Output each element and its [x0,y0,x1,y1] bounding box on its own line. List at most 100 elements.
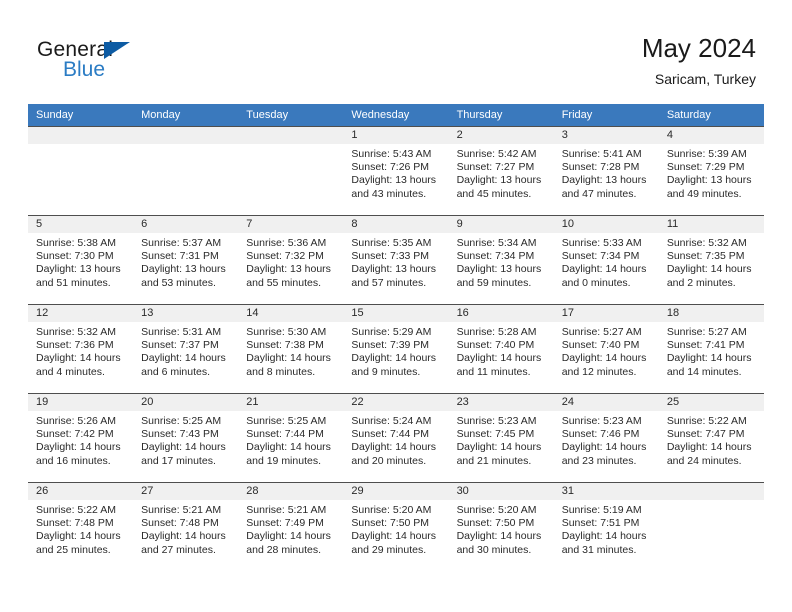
day-number: 21 [238,393,344,411]
day-detail-sunset-line: Sunset: 7:46 PM [561,428,640,441]
calendar-day-cell[interactable]: 24 Sunrise: 5:23 AM Sunset: 7:46 PM Dayligh… [553,393,659,482]
day-detail-sunset-line: Sunset: 7:50 PM [351,517,430,530]
day-details: Sunrise: 5:30 AM Sunset: 7:38 PM Daylight:… [238,322,343,379]
day-cell-inner: 22 Sunrise: 5:24 AM Sunset: 7:44 PM Dayligh… [343,393,449,482]
calendar-day-cell[interactable]: 6 Sunrise: 5:37 AM Sunset: 7:31 PM Daylight… [133,215,239,304]
day-number: 2 [448,126,554,144]
day-detail-daylight-line: Daylight: 13 hours [246,263,331,276]
day-number: 13 [133,304,239,322]
calendar-day-cell[interactable]: 23 Sunrise: 5:23 AM Sunset: 7:45 PM Dayligh… [448,393,554,482]
day-detail-sunset-line: Sunset: 7:37 PM [141,339,219,352]
day-details: Sunrise: 5:32 AM Sunset: 7:35 PM Daylight:… [659,233,764,290]
day-number [28,126,134,144]
day-detail-daylight-line: and 12 minutes. [561,365,637,378]
day-detail-daylight-line: and 27 minutes. [141,543,216,556]
day-details: Sunrise: 5:25 AM Sunset: 7:44 PM Daylight:… [238,411,343,468]
calendar-day-cell[interactable]: 18 Sunrise: 5:27 AM Sunset: 7:41 PM Dayligh… [658,304,764,393]
calendar-day-cell[interactable]: 25 Sunrise: 5:22 AM Sunset: 7:47 PM Dayligh… [658,393,764,482]
day-detail-sunrise-line: Sunrise: 5:25 AM [141,415,222,427]
day-details: Sunrise: 5:38 AM Sunset: 7:30 PM Daylight:… [28,233,133,290]
calendar-week-row: 19 Sunrise: 5:26 AM Sunset: 7:42 PM Dayligh… [28,393,764,482]
calendar-day-cell[interactable]: 27 Sunrise: 5:21 AM Sunset: 7:48 PM Dayligh… [133,482,239,571]
calendar-page: General Blue May 2024 Saricam, Turkey Su… [0,0,792,612]
calendar-day-cell[interactable]: 16 Sunrise: 5:28 AM Sunset: 7:40 PM Dayligh… [448,304,554,393]
day-number: 23 [448,393,554,411]
calendar-day-cell[interactable]: 22 Sunrise: 5:24 AM Sunset: 7:44 PM Dayligh… [343,393,449,482]
general-blue-logo[interactable]: General Blue [37,38,167,86]
day-detail-sunrise-line: Sunrise: 5:20 AM [351,504,432,516]
calendar-day-cell[interactable]: 13 Sunrise: 5:31 AM Sunset: 7:37 PM Dayligh… [133,304,239,393]
day-detail-daylight-line: Daylight: 13 hours [36,263,121,276]
calendar-day-cell [133,126,239,215]
day-detail-sunrise-line: Sunrise: 5:23 AM [456,415,537,427]
day-detail-sunrise-line: Sunrise: 5:28 AM [456,326,537,338]
day-cell-inner: 27 Sunrise: 5:21 AM Sunset: 7:48 PM Dayligh… [133,482,239,571]
day-detail-sunset-line: Sunset: 7:41 PM [666,339,745,352]
calendar-day-cell[interactable]: 8 Sunrise: 5:35 AM Sunset: 7:33 PM Daylight… [343,215,449,304]
calendar-day-cell[interactable]: 14 Sunrise: 5:30 AM Sunset: 7:38 PM Dayligh… [238,304,344,393]
day-cell: 16 Sunrise: 5:28 AM Sunset: 7:40 PM Dayligh… [448,304,554,393]
day-detail-daylight-line: Daylight: 13 hours [141,263,226,276]
calendar-day-cell[interactable]: 31 Sunrise: 5:19 AM Sunset: 7:51 PM Dayligh… [553,482,659,571]
empty-day-cell [28,126,134,215]
calendar-week-row: 26 Sunrise: 5:22 AM Sunset: 7:48 PM Dayligh… [28,482,764,571]
calendar-day-cell[interactable]: 5 Sunrise: 5:38 AM Sunset: 7:30 PM Daylight… [28,215,134,304]
day-cell: 1 Sunrise: 5:43 AM Sunset: 7:26 PM Daylight… [343,126,449,215]
calendar-day-cell[interactable]: 1 Sunrise: 5:43 AM Sunset: 7:26 PM Daylight… [343,126,449,215]
day-detail-sunrise-line: Sunrise: 5:26 AM [36,415,116,427]
day-detail-sunset-line: Sunset: 7:43 PM [141,428,219,441]
calendar-day-cell[interactable]: 20 Sunrise: 5:25 AM Sunset: 7:43 PM Dayligh… [133,393,239,482]
title-block: May 2024 Saricam, Turkey [642,33,756,88]
calendar-day-cell[interactable]: 7 Sunrise: 5:36 AM Sunset: 7:32 PM Daylight… [238,215,344,304]
calendar-day-cell[interactable]: 2 Sunrise: 5:42 AM Sunset: 7:27 PM Daylight… [448,126,554,215]
day-detail-sunset-line: Sunset: 7:47 PM [666,428,745,441]
calendar-day-cell[interactable]: 17 Sunrise: 5:27 AM Sunset: 7:40 PM Dayligh… [553,304,659,393]
day-cell: 23 Sunrise: 5:23 AM Sunset: 7:45 PM Dayligh… [448,393,554,482]
day-detail-sunset-line: Sunset: 7:35 PM [666,250,745,263]
day-detail-sunset-line: Sunset: 7:40 PM [561,339,640,352]
day-detail-sunset-line: Sunset: 7:44 PM [246,428,324,441]
calendar-day-cell[interactable]: 28 Sunrise: 5:21 AM Sunset: 7:49 PM Dayligh… [238,482,344,571]
calendar-day-cell[interactable]: 26 Sunrise: 5:22 AM Sunset: 7:48 PM Dayligh… [28,482,134,571]
calendar-day-cell[interactable]: 15 Sunrise: 5:29 AM Sunset: 7:39 PM Dayligh… [343,304,449,393]
day-cell-inner: 10 Sunrise: 5:33 AM Sunset: 7:34 PM Dayligh… [553,215,659,304]
calendar-week-row: 12 Sunrise: 5:32 AM Sunset: 7:36 PM Dayligh… [28,304,764,393]
day-detail-sunrise-line: Sunrise: 5:38 AM [36,237,116,249]
day-detail-sunset-line: Sunset: 7:27 PM [456,161,535,174]
calendar-day-cell[interactable]: 11 Sunrise: 5:32 AM Sunset: 7:35 PM Dayligh… [658,215,764,304]
day-details: Sunrise: 5:42 AM Sunset: 7:27 PM Daylight:… [449,144,554,201]
day-number: 30 [448,482,554,500]
day-detail-sunset-line: Sunset: 7:40 PM [456,339,535,352]
day-detail-daylight-line: Daylight: 14 hours [246,441,331,454]
day-detail-daylight-line: and 4 minutes. [36,365,105,378]
calendar-day-cell[interactable]: 12 Sunrise: 5:32 AM Sunset: 7:36 PM Dayligh… [28,304,134,393]
day-detail-sunrise-line: Sunrise: 5:27 AM [666,326,747,338]
calendar-day-cell[interactable]: 3 Sunrise: 5:41 AM Sunset: 7:28 PM Daylight… [553,126,659,215]
calendar-day-cell[interactable]: 21 Sunrise: 5:25 AM Sunset: 7:44 PM Dayligh… [238,393,344,482]
calendar-day-cell[interactable]: 9 Sunrise: 5:34 AM Sunset: 7:34 PM Daylight… [448,215,554,304]
day-cell: 2 Sunrise: 5:42 AM Sunset: 7:27 PM Daylight… [448,126,554,215]
day-detail-daylight-line: Daylight: 14 hours [456,352,542,365]
day-cell-inner: 3 Sunrise: 5:41 AM Sunset: 7:28 PM Daylight… [553,126,659,215]
calendar-table: Sunday Monday Tuesday Wednesday Thursday… [28,104,764,571]
day-cell: 24 Sunrise: 5:23 AM Sunset: 7:46 PM Dayligh… [553,393,659,482]
day-cell-inner [238,126,344,215]
day-detail-daylight-line: and 24 minutes. [666,454,742,467]
day-detail-daylight-line: and 43 minutes. [351,187,427,200]
day-number: 28 [238,482,344,500]
day-detail-daylight-line: and 47 minutes. [561,187,637,200]
day-cell-inner: 8 Sunrise: 5:35 AM Sunset: 7:33 PM Daylight… [343,215,449,304]
calendar-day-cell[interactable]: 30 Sunrise: 5:20 AM Sunset: 7:50 PM Dayligh… [448,482,554,571]
day-detail-sunset-line: Sunset: 7:44 PM [351,428,430,441]
calendar-day-cell[interactable]: 10 Sunrise: 5:33 AM Sunset: 7:34 PM Dayligh… [553,215,659,304]
calendar-day-cell[interactable]: 19 Sunrise: 5:26 AM Sunset: 7:42 PM Dayligh… [28,393,134,482]
day-detail-sunrise-line: Sunrise: 5:21 AM [246,504,327,516]
logo-triangle-icon [104,42,130,59]
day-detail-daylight-line: Daylight: 13 hours [561,174,647,187]
day-cell: 12 Sunrise: 5:32 AM Sunset: 7:36 PM Dayligh… [28,304,134,393]
day-cell-inner: 17 Sunrise: 5:27 AM Sunset: 7:40 PM Dayligh… [553,304,659,393]
calendar-day-cell[interactable]: 4 Sunrise: 5:39 AM Sunset: 7:29 PM Daylight… [658,126,764,215]
day-detail-daylight-line: and 53 minutes. [141,276,216,289]
day-number [133,126,239,144]
calendar-day-cell[interactable]: 29 Sunrise: 5:20 AM Sunset: 7:50 PM Dayligh… [343,482,449,571]
